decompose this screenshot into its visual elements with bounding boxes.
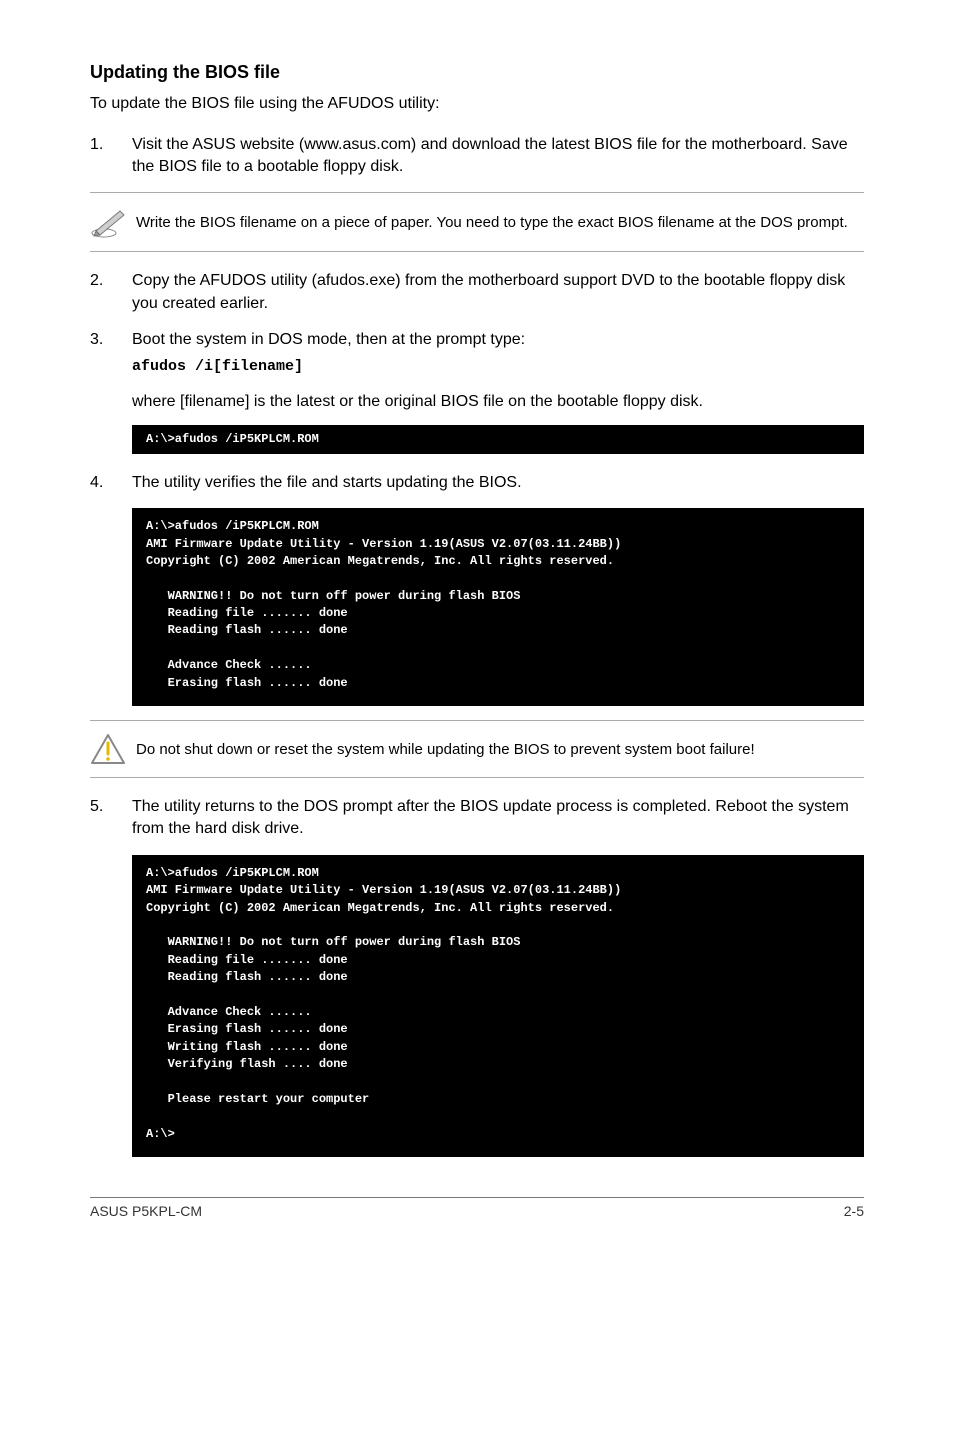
step-number: 4.	[90, 472, 132, 494]
intro-text: To update the BIOS file using the AFUDOS…	[90, 93, 864, 115]
step-text: The utility returns to the DOS prompt af…	[132, 796, 864, 841]
step-text: Copy the AFUDOS utility (afudos.exe) fro…	[132, 270, 864, 315]
warning-text: Do not shut down or reset the system whi…	[136, 739, 864, 760]
section-heading: Updating the BIOS file	[90, 60, 864, 85]
step-text: The utility verifies the file and starts…	[132, 472, 864, 494]
step-1: 1. Visit the ASUS website (www.asus.com)…	[90, 134, 864, 179]
step-number: 1.	[90, 134, 132, 179]
step-number: 2.	[90, 270, 132, 315]
step-5: 5. The utility returns to the DOS prompt…	[90, 796, 864, 841]
step-number: 5.	[90, 796, 132, 841]
step-number: 3.	[90, 329, 132, 376]
command-text: afudos /i[filename]	[132, 356, 864, 377]
note-text: Write the BIOS filename on a piece of pa…	[136, 212, 864, 233]
step-3: 3. Boot the system in DOS mode, then at …	[90, 329, 864, 376]
footer-product: ASUS P5KPL-CM	[90, 1202, 202, 1222]
pencil-icon	[90, 205, 136, 239]
terminal-output-2: A:\>afudos /iP5KPLCM.ROM AMI Firmware Up…	[132, 508, 864, 706]
step-2: 2. Copy the AFUDOS utility (afudos.exe) …	[90, 270, 864, 315]
terminal-output-3: A:\>afudos /iP5KPLCM.ROM AMI Firmware Up…	[132, 855, 864, 1157]
page-footer: ASUS P5KPL-CM 2-5	[90, 1198, 864, 1222]
terminal-output-1: A:\>afudos /iP5KPLCM.ROM	[132, 425, 864, 454]
note-box: Write the BIOS filename on a piece of pa…	[90, 192, 864, 252]
where-text: where [filename] is the latest or the or…	[132, 391, 864, 413]
step-text: Boot the system in DOS mode, then at the…	[132, 329, 864, 351]
warning-box: Do not shut down or reset the system whi…	[90, 720, 864, 778]
step-4: 4. The utility verifies the file and sta…	[90, 472, 864, 494]
warning-icon	[90, 733, 136, 765]
step-text: Visit the ASUS website (www.asus.com) an…	[132, 134, 864, 179]
footer-page-number: 2-5	[844, 1202, 864, 1222]
